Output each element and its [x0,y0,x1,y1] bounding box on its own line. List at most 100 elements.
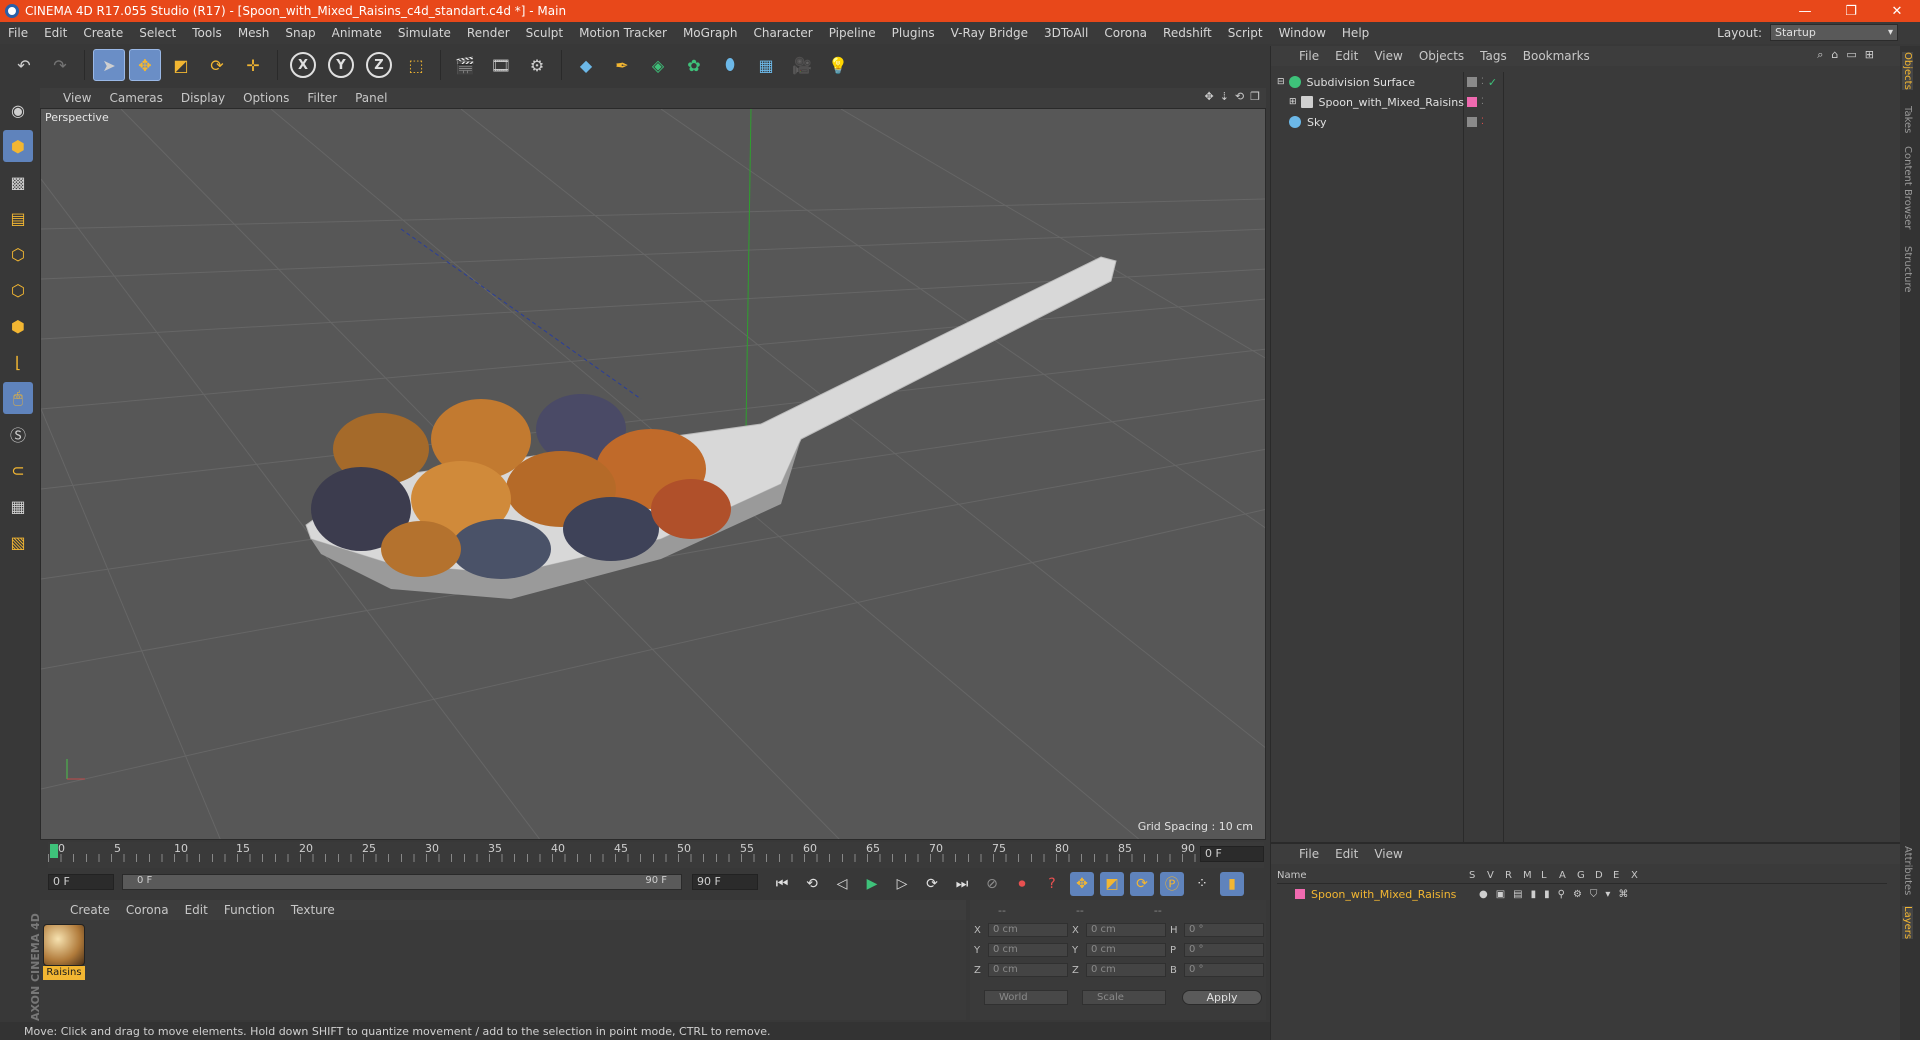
light-icon[interactable]: 💡 [822,49,854,81]
expand-toggle-icon[interactable]: ⊞ [1289,97,1297,107]
menu-edit[interactable]: Edit [36,26,75,40]
material-menu-texture[interactable]: Texture [283,903,343,917]
make-editable-icon[interactable]: ◉ [3,94,33,126]
om-menu-file[interactable]: File [1291,49,1327,63]
tab-attributes[interactable]: Attributes [1902,846,1913,895]
motion-record-icon[interactable]: ⊘ [980,872,1004,896]
key-rotation-icon[interactable]: ⟳ [1130,872,1154,896]
object-row[interactable]: ⊞ Spoon_with_Mixed_Raisins ⁚ [1271,92,1901,112]
deformer-icon[interactable]: ⬮ [714,49,746,81]
layer-color-icon[interactable] [1467,97,1477,107]
solo-mode-icon[interactable]: Ⓢ [3,418,33,450]
menu-vray-bridge[interactable]: V-Ray Bridge [943,26,1036,40]
key-pla-icon[interactable]: ⁘ [1190,872,1214,896]
menu-help[interactable]: Help [1334,26,1377,40]
enabled-check-icon[interactable]: ✓ [1488,76,1497,89]
menu-select[interactable]: Select [131,26,184,40]
menu-animate[interactable]: Animate [324,26,390,40]
render-picture-viewer-icon[interactable]: 🎞 [485,49,517,81]
start-frame-field[interactable]: 0 F [48,874,114,890]
tab-takes[interactable]: Takes [1902,106,1913,133]
snap-icon[interactable]: ⊂ [3,454,33,486]
rot-p-field[interactable]: 0 ° [1184,943,1264,957]
rotate-tool-icon[interactable]: ⟳ [201,49,233,81]
minimize-button[interactable]: — [1782,0,1828,22]
apply-button[interactable]: Apply [1182,990,1262,1005]
om-menu-tags[interactable]: Tags [1472,49,1515,63]
menu-pipeline[interactable]: Pipeline [821,26,884,40]
timeline-ruler[interactable]: 0 5 10 15 20 25 30 35 40 45 50 55 60 65 … [48,842,1264,868]
render-view-icon[interactable]: 🎬 [449,49,481,81]
menu-plugins[interactable]: Plugins [884,26,943,40]
lm-menu-file[interactable]: File [1291,847,1327,861]
restore-button[interactable]: ❐ [1828,0,1874,22]
axis-mode-icon[interactable]: ⌊ [3,346,33,378]
menu-simulate[interactable]: Simulate [390,26,459,40]
menu-mesh[interactable]: Mesh [230,26,278,40]
object-row[interactable]: ⊟ Subdivision Surface ⁚ ✓ [1271,72,1901,92]
go-to-end-icon[interactable]: ⏭ [950,872,974,896]
menu-window[interactable]: Window [1271,26,1334,40]
play-icon[interactable]: ▶ [860,872,884,896]
layer-col-deformers[interactable]: D [1595,870,1613,881]
scale-tool-icon[interactable]: ◩ [165,49,197,81]
pos-y-field[interactable]: 0 cm [988,943,1068,957]
object-row[interactable]: Sky ⁚ [1271,112,1901,132]
layer-col-generators[interactable]: G [1577,870,1595,881]
menu-mograph[interactable]: MoGraph [675,26,746,40]
cube-object-icon[interactable]: ◆ [570,49,602,81]
visibility-dots-icon[interactable]: ⁚ [1481,77,1484,87]
key-position-icon[interactable]: ✥ [1070,872,1094,896]
pen-spline-icon[interactable]: ✒ [606,49,638,81]
new-window-icon[interactable]: ▭ [1846,48,1856,62]
orbit-icon[interactable]: ⟲ [1235,90,1244,103]
pos-z-field[interactable]: 0 cm [988,963,1068,977]
key-param-icon[interactable]: Ⓟ [1160,872,1184,896]
z-axis-lock-icon[interactable]: Z [366,52,392,78]
layer-color-swatch[interactable] [1295,889,1305,899]
material-menu-function[interactable]: Function [216,903,283,917]
size-x-field[interactable]: 0 cm [1086,923,1166,937]
previous-frame-icon[interactable]: ◁ [830,872,854,896]
zoom-icon[interactable]: ⇣ [1220,90,1229,103]
key-scale-icon[interactable]: ◩ [1100,872,1124,896]
tweak-mode-icon[interactable]: 🖱 [3,382,33,414]
material-menu-corona[interactable]: Corona [118,903,177,917]
om-menu-objects[interactable]: Objects [1411,49,1472,63]
layer-col-solo[interactable]: S [1469,870,1487,881]
layer-col-expressions[interactable]: E [1613,870,1631,881]
undo-icon[interactable]: ↶ [8,49,40,81]
floor-environment-icon[interactable]: ▦ [750,49,782,81]
expand-icon[interactable]: ⊞ [1865,48,1874,62]
material-menu-create[interactable]: Create [62,903,118,917]
workplane-mode-icon[interactable]: ▤ [3,202,33,234]
size-z-field[interactable]: 0 cm [1086,963,1166,977]
current-frame-field[interactable]: 0 F [1200,846,1264,862]
tab-layers[interactable]: Layers [1902,906,1913,940]
visibility-dots-icon[interactable]: ⁚ [1481,97,1484,107]
lm-menu-edit[interactable]: Edit [1327,847,1366,861]
coordinate-mode-dropdown[interactable]: World [984,990,1068,1005]
menu-file[interactable]: File [0,26,36,40]
menu-character[interactable]: Character [745,26,820,40]
viewport-menu-display[interactable]: Display [172,91,234,105]
texture-mode-icon[interactable]: ▩ [3,166,33,198]
rot-h-field[interactable]: 0 ° [1184,923,1264,937]
om-menu-edit[interactable]: Edit [1327,49,1366,63]
go-to-start-icon[interactable]: ⏮ [770,872,794,896]
model-mode-icon[interactable]: ⬢ [3,130,33,162]
subdivision-surface-icon[interactable]: ◈ [642,49,674,81]
render-settings-icon[interactable]: ⚙ [521,49,553,81]
tab-structure[interactable]: Structure [1902,246,1913,293]
autokey-icon[interactable]: ? [1040,872,1064,896]
previous-key-icon[interactable]: ⟲ [800,872,824,896]
edges-mode-icon[interactable]: ⬡ [3,274,33,306]
layout-dropdown[interactable]: Startup [1770,24,1898,41]
camera-icon[interactable]: 🎥 [786,49,818,81]
viewport-menu-view[interactable]: View [54,91,100,105]
coordinate-system-icon[interactable]: ⬚ [400,49,432,81]
material-swatch[interactable]: Raisins [43,924,85,980]
menu-motion-tracker[interactable]: Motion Tracker [571,26,675,40]
menu-render[interactable]: Render [459,26,518,40]
cloner-icon[interactable]: ✿ [678,49,710,81]
